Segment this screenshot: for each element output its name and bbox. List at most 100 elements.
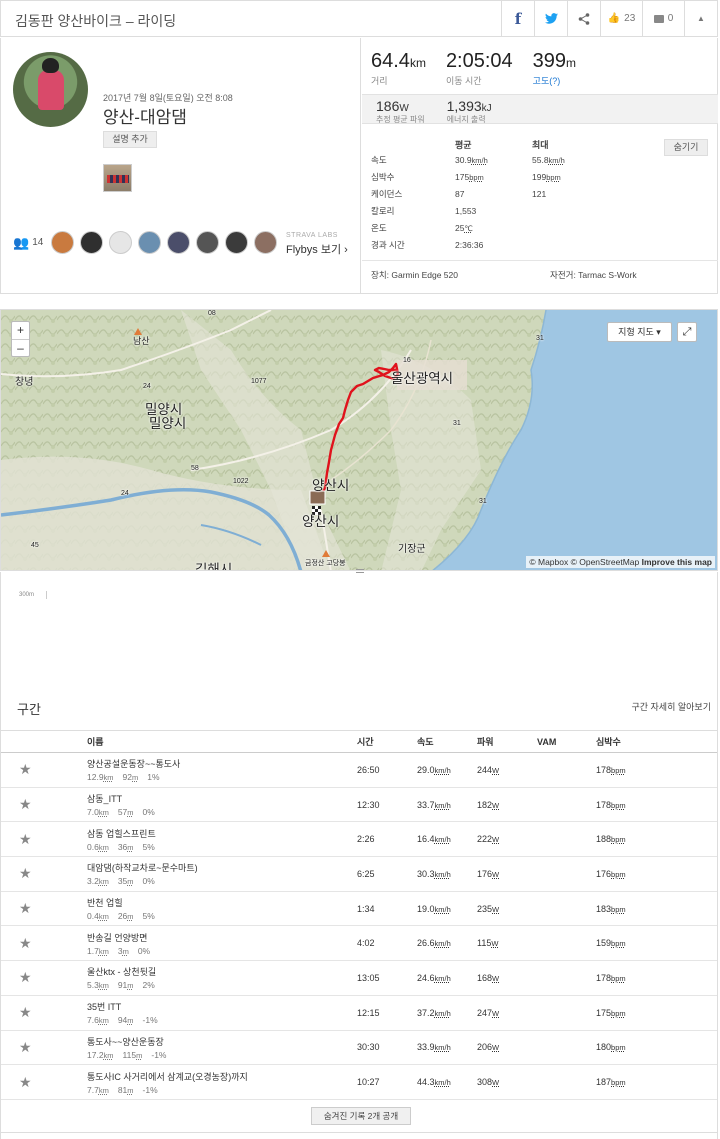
star-segment-icon[interactable]: ★ (1, 1074, 87, 1091)
facebook-icon: f (514, 9, 522, 28)
star-segment-icon[interactable]: ★ (1, 935, 87, 952)
segment-name-link[interactable]: 통도사~~양산운동장 (87, 1035, 357, 1048)
athlete-avatar-6[interactable] (196, 231, 220, 254)
add-description-button[interactable]: 설명 추가 (103, 131, 157, 148)
segments-learn-more-link[interactable]: 구간 자세히 알아보기 (631, 700, 711, 713)
segment-name-cell: 35번 ITT 7.6km 94m -1% (87, 1000, 357, 1025)
avg-power-stat: 186W 추정 평균 파워 (376, 95, 425, 124)
segment-row[interactable]: ★ 삼동 업힐스프린트 0.6km 36m 5% 2:26 16.4km/h 222W 188b… (1, 822, 717, 858)
segment-name-link[interactable]: 통도사IC 사거리에서 삼계교(오경농장)까지 (87, 1070, 357, 1083)
segment-row[interactable]: ★ 반천 업힐 0.4km 26m 5% 1:34 19.0km/h 235W 183bpm (1, 892, 717, 927)
road-label-1022: 1022 (233, 478, 249, 485)
col-time[interactable]: 시간 (357, 735, 417, 748)
share-button[interactable] (567, 1, 600, 36)
show-hidden-efforts-button[interactable]: 숨겨진 기록 2개 공개 (311, 1107, 411, 1125)
activity-photo-thumbnail[interactable] (103, 164, 132, 192)
segment-row[interactable]: ★ 삼동_ITT 7.0km 57m 0% 12:30 33.7km/h 182W 178bpm (1, 788, 717, 823)
segment-grade: 0% (143, 876, 155, 886)
segment-row[interactable]: ★ 통도사~~양산운동장 17.2km 115m -1% 30:30 33.9km/h 206… (1, 1031, 717, 1066)
segment-elevation: 26m (118, 911, 134, 921)
route-map[interactable]: 울산광역시 밀양시 밀양시 양산시 양산시 창녕 기장군 김해시 남산 금정산 … (0, 309, 718, 571)
kudos-button[interactable]: 👍 23 (600, 1, 642, 36)
segment-name-link[interactable]: 반천 업힐 (87, 896, 357, 909)
segment-row[interactable]: ★ 통도사IC 사거리에서 삼계교(오경농장)까지 7.7km 81m -1% 10:27… (1, 1065, 717, 1100)
mapbox-attribution[interactable]: © Mapbox © OpenStreetMap (529, 557, 639, 567)
athlete-avatar-3[interactable] (109, 231, 133, 254)
star-segment-icon[interactable]: ★ (1, 796, 87, 813)
segment-name-link[interactable]: 대암댐(하작교차로~문수마트) (87, 861, 357, 874)
segment-distance-unit: km (98, 1016, 109, 1026)
segment-power-unit: W (492, 904, 500, 914)
segments-title: 구간 (17, 702, 41, 717)
collapse-button[interactable]: ▲ (684, 1, 717, 36)
col-vam[interactable]: VAM (537, 737, 596, 747)
flybys-link[interactable]: Flybys 보기 › (286, 241, 348, 257)
hide-details-button[interactable]: 숨기기 (664, 139, 708, 156)
athlete-avatar-2[interactable] (80, 231, 104, 254)
comments-button[interactable]: 0 (642, 1, 684, 36)
improve-map-link[interactable]: Improve this map (642, 557, 712, 567)
segment-row[interactable]: ★ 울산ktx - 상천뒷길 5.3km 91m 2% 13:05 24.6km/h 168W… (1, 961, 717, 996)
detail-max (532, 202, 565, 219)
athlete-avatar-7[interactable] (225, 231, 249, 254)
segment-time: 26:50 (357, 764, 380, 775)
segment-name-link[interactable]: 울산ktx - 상천뒷길 (87, 965, 357, 978)
segment-name-link[interactable]: 양산공설운동장~~통도사 (87, 757, 357, 770)
col-hr[interactable]: 심박수 (596, 735, 676, 748)
star-segment-icon[interactable]: ★ (1, 1004, 87, 1021)
segment-distance-value: 12.9 (87, 772, 104, 783)
comment-icon (653, 14, 664, 23)
segment-meta: 7.7km 81m -1% (87, 1085, 357, 1095)
twitter-share-button[interactable] (534, 1, 567, 36)
col-power[interactable]: 파워 (477, 735, 537, 748)
map-resize-handle[interactable] (356, 569, 364, 573)
segment-elevation-value: 36 (117, 841, 128, 852)
segment-name-link[interactable]: 삼동 업힐스프린트 (87, 827, 357, 840)
zoom-out-button[interactable]: – (12, 340, 29, 357)
athlete-avatar-8[interactable] (254, 231, 278, 254)
star-segment-icon[interactable]: ★ (1, 865, 87, 882)
segment-grade-value: -1 (142, 1084, 151, 1095)
fullscreen-button[interactable]: ⤢ (677, 322, 697, 342)
athlete-avatar-4[interactable] (138, 231, 162, 254)
segment-name-cell: 통도사IC 사거리에서 삼계교(오경농장)까지 7.7km 81m -1% (87, 1070, 357, 1095)
star-segment-icon[interactable]: ★ (1, 761, 87, 778)
elevation-chart[interactable]: 300m (0, 569, 718, 688)
segment-row[interactable]: ★ 대암댐(하작교차로~문수마트) 3.2km 35m 0% 6:25 30.3km/h 17… (1, 857, 717, 892)
segment-name-link[interactable]: 삼동_ITT (87, 792, 357, 805)
segment-row[interactable]: ★ 반송길 언양방면 1.7km 3m 0% 4:02 26.6km/h 115W 159bpm (1, 926, 717, 962)
segment-distance: 1.7km (87, 946, 109, 956)
star-segment-icon[interactable]: ★ (1, 900, 87, 917)
facebook-share-button[interactable]: f (501, 1, 534, 36)
segment-hr-unit: bpm (611, 939, 626, 949)
col-name[interactable]: 이름 (87, 735, 357, 748)
zoom-in-button[interactable]: + (12, 322, 29, 340)
map-type-dropdown[interactable]: 지형 지도 ▾ (607, 322, 672, 342)
segment-row[interactable]: ★ 양산공설운동장~~통도사 12.9km 92m 1% 26:50 29.0km/h 244… (1, 753, 717, 788)
device-name: 장치: Garmin Edge 520 (371, 270, 458, 280)
star-segment-icon[interactable]: ★ (1, 969, 87, 986)
athlete-avatar-1[interactable] (51, 231, 75, 254)
detail-max-value: 199 (532, 171, 547, 182)
segment-time: 6:25 (357, 868, 375, 879)
segment-name-cell: 대암댐(하작교차로~문수마트) 3.2km 35m 0% (87, 861, 357, 886)
segment-speed-value: 29.0 (417, 764, 435, 775)
athlete-avatar[interactable] (13, 52, 88, 127)
detail-max-value: 121 (532, 188, 547, 199)
map-label-yangsan: 양산시 (312, 478, 350, 493)
col-speed[interactable]: 속도 (417, 735, 477, 748)
athlete-count[interactable]: 14 (32, 237, 43, 248)
primary-stats: 64.4km 거리 2:05:04 이동 시간 399m 고도(?) (371, 50, 596, 87)
segment-speed-unit: km/h (434, 800, 451, 810)
segment-elevation-value: 115 (122, 1049, 137, 1060)
segment-elevation: 115m (123, 1050, 143, 1060)
segment-grade-value: -1 (151, 1049, 159, 1060)
athlete-avatar-5[interactable] (167, 231, 191, 254)
segment-row[interactable]: ★ 35번 ITT 7.6km 94m -1% 12:15 37.2km/h 247W 175b… (1, 996, 717, 1031)
star-segment-icon[interactable]: ★ (1, 1039, 87, 1056)
segment-time: 2:26 (357, 834, 375, 845)
elevation-help-link[interactable]: 고도(?) (533, 74, 576, 87)
star-segment-icon[interactable]: ★ (1, 831, 87, 848)
segment-name-link[interactable]: 반송길 언양방면 (87, 931, 357, 944)
segment-name-link[interactable]: 35번 ITT (87, 1000, 357, 1013)
